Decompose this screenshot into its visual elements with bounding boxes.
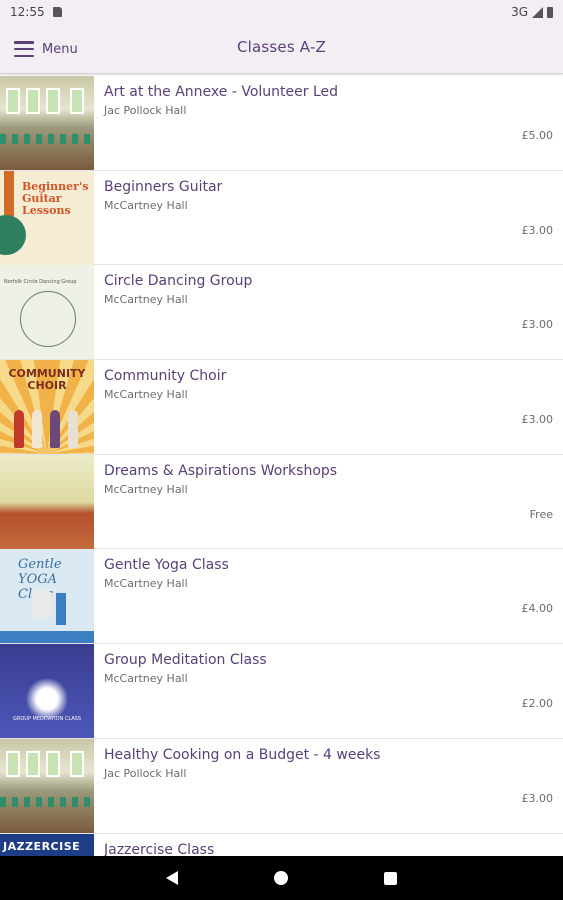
class-venue: McCartney Hall [104,198,188,212]
list-item[interactable]: Gentle YOGA Class Gentle Yoga Class McCa… [0,549,563,645]
list-item[interactable]: Art at the Annexe - Volunteer Led Jac Po… [0,76,563,171]
class-thumbnail: Beginner's Guitar Lessons [0,170,94,265]
list-item[interactable]: Beginner's Guitar Lessons Beginners Guit… [0,170,563,266]
class-venue: Jac Pollock Hall [104,766,187,780]
class-title: Community Choir [104,368,227,385]
class-venue: Jac Pollock Hall [104,104,187,117]
class-price: £5.00 [521,129,554,142]
class-title: Gentle Yoga Class [104,557,229,574]
class-venue: McCartney Hall [104,482,188,496]
class-price: £2.00 [521,697,554,711]
class-thumbnail [0,454,94,549]
class-title: Jazzercise Class [104,841,215,857]
class-thumbnail: Gentle YOGA Class [0,549,94,644]
thumbnail-text: Beginner's Guitar Lessons [22,179,89,217]
battery-icon [547,6,553,18]
status-icons: 3G [511,5,553,19]
class-title: Circle Dancing Group [104,273,253,290]
thumbnail-text: JAZZERCISE [3,839,81,853]
class-title: Art at the Annexe - Volunteer Led [104,84,338,100]
class-title: Healthy Cooking on a Budget - 4 weeks [104,746,381,763]
status-time: 12:55 [10,5,45,19]
list-item[interactable]: JAZZERCISE Jazzercise Class [0,833,563,857]
thumbnail-text: Norfolk Circle Dancing Group [4,279,77,286]
class-thumbnail: Norfolk Circle Dancing Group [0,265,94,360]
class-price: £3.00 [521,791,554,805]
list-item[interactable]: COMMUNITY CHOIR Community Choir McCartne… [0,360,563,455]
class-price: Free [529,507,553,521]
class-title: Beginners Guitar [104,178,223,195]
class-price: £3.00 [521,413,554,427]
app-bar: Menu Classes A-Z [0,24,563,74]
home-icon[interactable] [274,871,288,885]
class-thumbnail [0,738,94,833]
class-venue: McCartney Hall [104,388,188,402]
thumbnail-text: GROUP MEDITATION CLASS [13,716,81,723]
class-price: £3.00 [521,318,554,332]
class-venue: McCartney Hall [104,672,188,686]
list-item[interactable]: Dreams & Aspirations Workshops McCartney… [0,454,563,550]
class-venue: McCartney Hall [104,577,188,591]
class-thumbnail [0,76,94,170]
class-thumbnail: COMMUNITY CHOIR [0,360,94,455]
class-price: £3.00 [521,223,554,237]
class-thumbnail: GROUP MEDITATION CLASS [0,644,94,739]
sd-card-icon [52,7,62,17]
system-nav-bar [0,856,563,900]
class-price: £4.00 [521,602,554,616]
page-title: Classes A-Z [236,38,327,56]
thumbnail-text: COMMUNITY CHOIR [8,367,86,393]
classes-list[interactable]: Art at the Annexe - Volunteer Led Jac Po… [0,76,563,856]
class-title: Dreams & Aspirations Workshops [104,462,338,479]
class-thumbnail: JAZZERCISE [0,833,94,856]
status-bar: 12:55 3G [0,0,563,24]
list-item[interactable]: Healthy Cooking on a Budget - 4 weeks Ja… [0,738,563,834]
recent-apps-icon[interactable] [384,871,397,885]
list-item[interactable]: Norfolk Circle Dancing Group Circle Danc… [0,265,563,361]
class-title: Group Meditation Class [104,652,267,669]
class-venue: McCartney Hall [104,293,188,307]
signal-icon [532,6,543,18]
list-item[interactable]: GROUP MEDITATION CLASS Group Meditation … [0,644,563,739]
network-type: 3G [511,5,528,19]
back-icon[interactable] [166,871,178,885]
